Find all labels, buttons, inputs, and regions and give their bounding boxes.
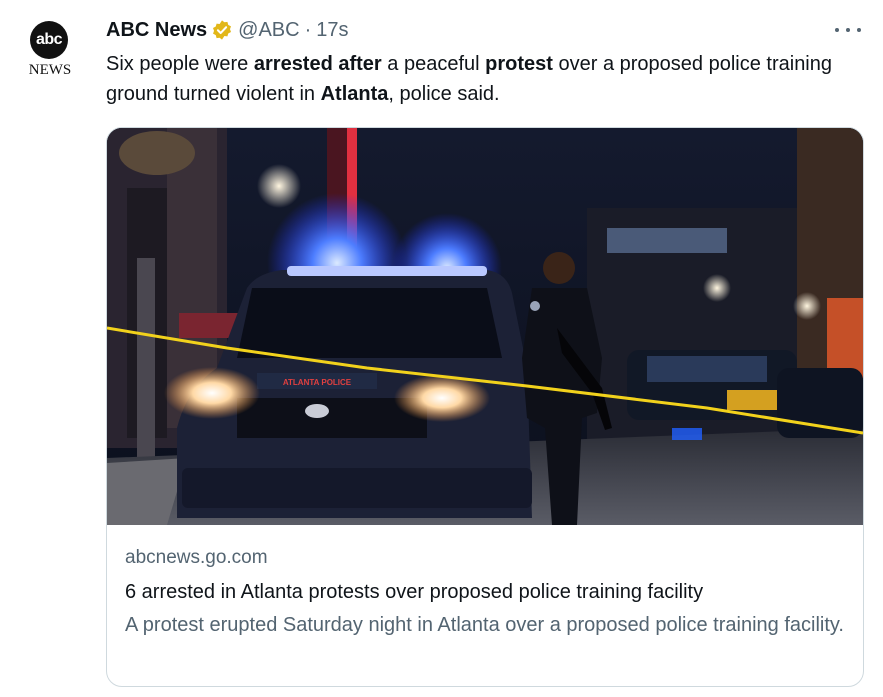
police-scene-image: ATLANTA POLICE: [107, 128, 863, 525]
tweet-text-segment: Six people were: [106, 53, 254, 75]
timestamp[interactable]: 17s: [316, 19, 348, 42]
tweet-text-bold: protest: [485, 53, 553, 75]
tweet-text-bold: Atlanta: [320, 83, 389, 105]
more-dots-icon[interactable]: [835, 20, 861, 40]
verified-badge-icon: [213, 20, 232, 40]
tweet-text-segment: , police said.: [388, 83, 500, 105]
tweet-text-segment: a peaceful: [381, 53, 486, 75]
card-info: abcnews.go.com 6 arrested in Atlanta pro…: [125, 544, 845, 640]
tweet-header: ABC News @ABC · 17s: [106, 16, 349, 44]
card-image[interactable]: ATLANTA POLICE: [107, 128, 863, 525]
card-description: A protest erupted Saturday night in Atla…: [125, 614, 844, 636]
separator-dot: ·: [304, 18, 312, 41]
abc-news-wordmark: NEWS: [28, 62, 72, 78]
card-domain: abcnews.go.com: [125, 547, 268, 568]
abc-logo: abc: [30, 21, 68, 59]
tweet[interactable]: abc NEWS ABC News @ABC · 17s Six people …: [0, 0, 883, 697]
card-title: 6 arrested in Atlanta protests over prop…: [125, 581, 704, 603]
author-name[interactable]: ABC News: [106, 19, 207, 42]
author-handle[interactable]: @ABC: [238, 19, 299, 42]
car-lettering: ATLANTA POLICE: [283, 378, 352, 387]
link-card[interactable]: ATLANTA POLICE abcnews.go.com 6 arrested…: [106, 127, 864, 687]
avatar[interactable]: abc NEWS: [22, 18, 82, 80]
tweet-text: Six people were arrested after a peacefu…: [106, 49, 856, 109]
tweet-text-bold: arrested after: [253, 53, 382, 75]
